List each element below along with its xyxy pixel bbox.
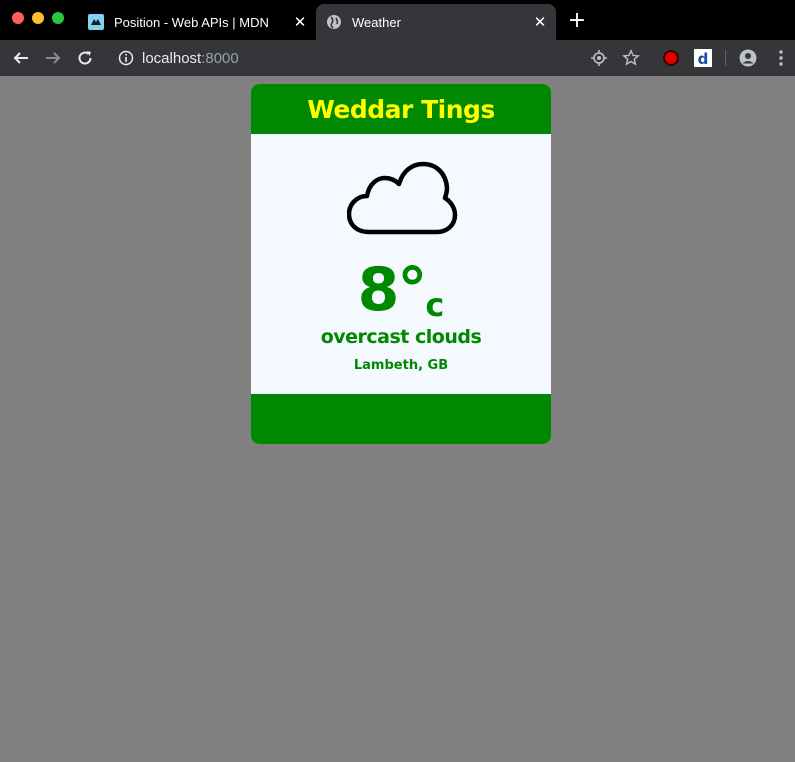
- new-tab-button[interactable]: +: [566, 10, 588, 32]
- temperature-unit: c: [425, 286, 445, 324]
- url-host: localhost: [142, 49, 202, 67]
- temperature-display: 8°c: [251, 258, 551, 324]
- toolbar-divider: [725, 50, 726, 66]
- weather-card: Weddar Tings 8°c overcast clouds Lambeth…: [251, 84, 551, 444]
- card-header: Weddar Tings: [251, 84, 551, 134]
- browser-toolbar: localhost:8000 d: [0, 40, 795, 76]
- back-arrow-icon[interactable]: [10, 47, 32, 69]
- cloud-icon: [347, 161, 458, 235]
- svg-text:d: d: [698, 50, 709, 67]
- record-extension-icon[interactable]: [662, 49, 680, 67]
- browser-titlebar: Position - Web APIs | MDN ✕ Weather ✕ +: [0, 0, 795, 40]
- tab-weather[interactable]: Weather ✕: [316, 4, 556, 40]
- temperature-value: 8°: [357, 255, 428, 325]
- url-port: :8000: [201, 49, 239, 67]
- weather-location: Lambeth, GB: [353, 358, 449, 373]
- info-icon[interactable]: [118, 50, 134, 66]
- forward-arrow-icon[interactable]: [42, 47, 64, 69]
- bookmark-star-icon[interactable]: [622, 49, 640, 67]
- tab-label: Position - Web APIs | MDN: [114, 14, 269, 30]
- card-body: 8°c overcast clouds Lambeth, GB: [251, 134, 551, 394]
- tab-mdn-position[interactable]: Position - Web APIs | MDN ✕: [78, 4, 316, 40]
- minimize-window-button[interactable]: [32, 12, 44, 24]
- reload-icon[interactable]: [74, 47, 96, 69]
- card-footer: [251, 394, 551, 444]
- location-icon[interactable]: [590, 49, 608, 67]
- tab-label: Weather: [352, 14, 401, 30]
- menu-kebab-icon[interactable]: [772, 49, 790, 67]
- maximize-window-button[interactable]: [52, 12, 64, 24]
- close-tab-icon[interactable]: ✕: [292, 14, 308, 31]
- mdn-favicon-icon: [88, 14, 104, 30]
- account-icon[interactable]: [739, 49, 757, 67]
- close-window-button[interactable]: [12, 12, 24, 24]
- address-bar[interactable]: localhost:8000: [108, 44, 578, 72]
- weather-description: overcast clouds: [320, 326, 482, 348]
- extension-d-icon[interactable]: d: [694, 49, 712, 67]
- app-title: Weddar Tings: [307, 94, 495, 124]
- close-tab-icon[interactable]: ✕: [532, 14, 548, 31]
- globe-icon: [326, 14, 342, 30]
